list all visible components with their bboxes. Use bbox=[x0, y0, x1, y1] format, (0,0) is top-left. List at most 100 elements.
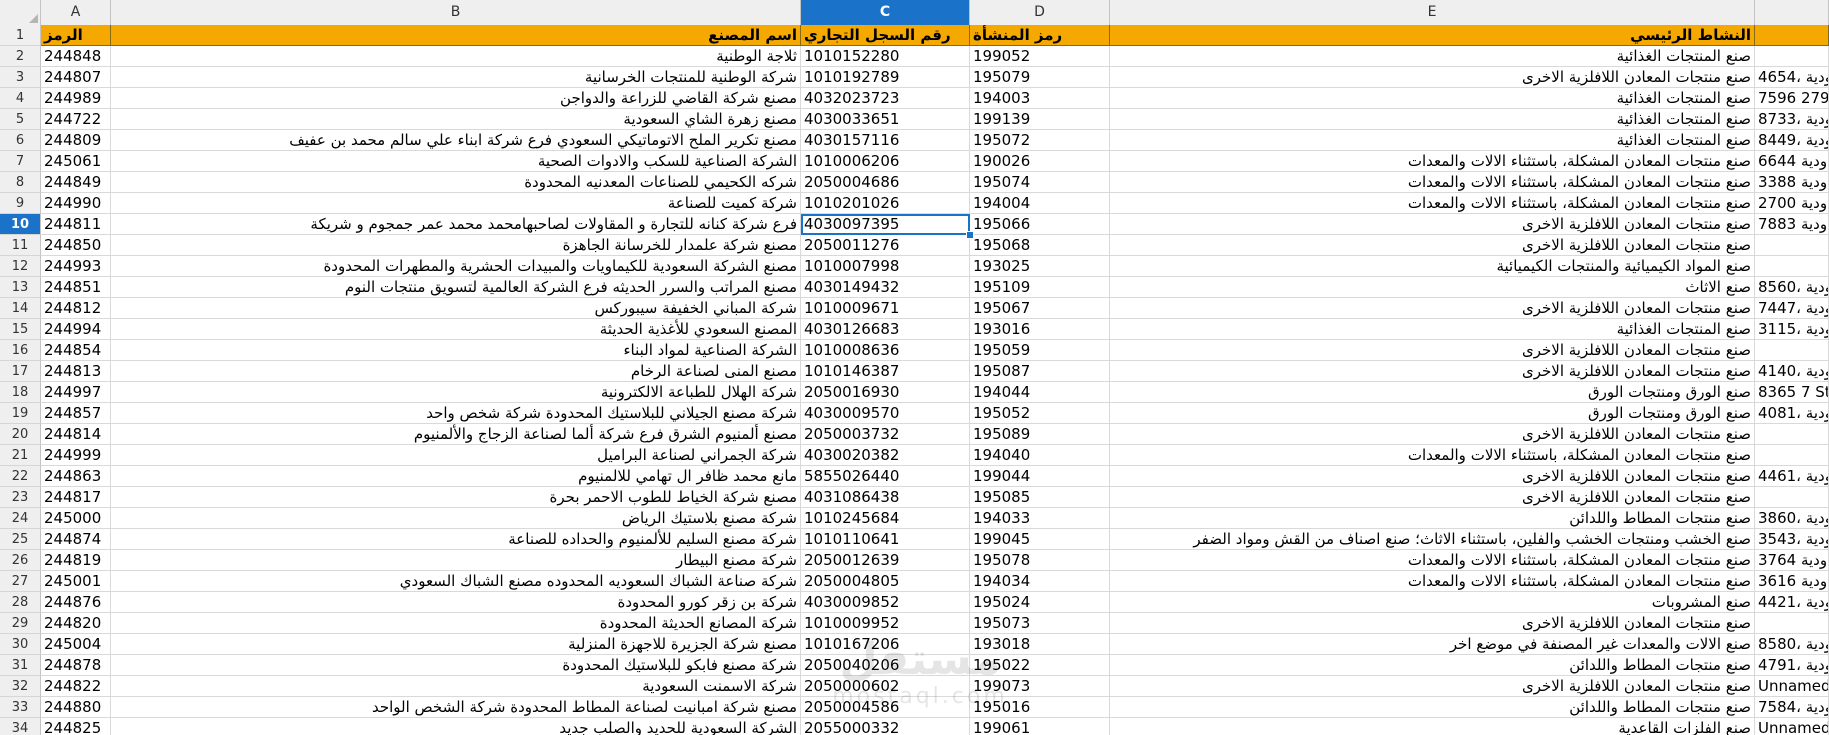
cell-est[interactable]: 195109 bbox=[970, 277, 1110, 298]
cell-est[interactable]: 195067 bbox=[970, 298, 1110, 319]
cell-cr[interactable]: 4030033651 bbox=[801, 109, 970, 130]
row-header[interactable]: 8 bbox=[0, 172, 41, 193]
cell-extra[interactable] bbox=[1755, 235, 1829, 256]
cell-code[interactable]: 244990 bbox=[41, 193, 111, 214]
cell-factory[interactable]: مصنع شركة الجزيرة للاجهزة المنزلية bbox=[111, 634, 801, 655]
cell-cr[interactable]: 2050040206 bbox=[801, 655, 970, 676]
row-header[interactable]: 2 bbox=[0, 46, 41, 67]
cell-est[interactable]: 195016 bbox=[970, 697, 1110, 718]
row-header[interactable]: 31 bbox=[0, 655, 41, 676]
cell-code[interactable]: 244848 bbox=[41, 46, 111, 67]
column-header-d[interactable]: D bbox=[970, 0, 1110, 25]
cell-factory[interactable]: مصنع ألمنيوم الشرق فرع شركة ألما لصناعة … bbox=[111, 424, 801, 445]
cell-activity[interactable]: صنع منتجات المعادن اللافلزية الاخرى bbox=[1110, 214, 1755, 235]
row-header[interactable]: 3 bbox=[0, 67, 41, 88]
cell-factory[interactable]: شركة مصنع بلاستيك الرياض bbox=[111, 508, 801, 529]
cell-code[interactable]: 244850 bbox=[41, 235, 111, 256]
cell-extra[interactable]: 3115، ودية bbox=[1755, 319, 1829, 340]
row-header[interactable]: 12 bbox=[0, 256, 41, 277]
row-header[interactable]: 25 bbox=[0, 529, 41, 550]
row-header[interactable]: 11 bbox=[0, 235, 41, 256]
cell-cr[interactable]: 2050012639 bbox=[801, 550, 970, 571]
cell-est[interactable]: 195059 bbox=[970, 340, 1110, 361]
row-header[interactable]: 32 bbox=[0, 676, 41, 697]
cell-code[interactable]: 244994 bbox=[41, 319, 111, 340]
cell-est[interactable]: 193025 bbox=[970, 256, 1110, 277]
cell-code[interactable]: 244722 bbox=[41, 109, 111, 130]
cell-extra[interactable]: 4461، ودية bbox=[1755, 466, 1829, 487]
cell-extra[interactable]: 4081، ودية bbox=[1755, 403, 1829, 424]
cell-est[interactable]: 199044 bbox=[970, 466, 1110, 487]
cell-activity[interactable]: صنع الفلزات القاعدية bbox=[1110, 718, 1755, 735]
cell-activity[interactable]: صنع المشروبات bbox=[1110, 592, 1755, 613]
cell-factory[interactable]: شركة الهلال للطباعة الالكترونية bbox=[111, 382, 801, 403]
cell-est[interactable]: 195074 bbox=[970, 172, 1110, 193]
cell-factory[interactable]: مصنع المراتب والسرر الحديثه فرع الشركة ا… bbox=[111, 277, 801, 298]
cell-code[interactable]: 244811 bbox=[41, 214, 111, 235]
row-header[interactable]: 22 bbox=[0, 466, 41, 487]
cell-extra[interactable]: 3616 ودية bbox=[1755, 571, 1829, 592]
cell-activity[interactable]: صنع منتجات المعادن المشكلة، باستثناء الا… bbox=[1110, 151, 1755, 172]
column-header-next[interactable] bbox=[1755, 0, 1829, 25]
cell-factory[interactable]: مصنع المنى لصناعة الرخام bbox=[111, 361, 801, 382]
cell-factory[interactable]: شركة مصنع الجيلاني للبلاستيك المحدودة شر… bbox=[111, 403, 801, 424]
cell-code[interactable]: 245001 bbox=[41, 571, 111, 592]
column-header-a[interactable]: A bbox=[41, 0, 111, 25]
row-header[interactable]: 6 bbox=[0, 130, 41, 151]
cell-est[interactable]: 199052 bbox=[970, 46, 1110, 67]
row-header[interactable]: 34 bbox=[0, 718, 41, 735]
cell-activity[interactable]: صنع منتجات المعادن اللافلزية الاخرى bbox=[1110, 613, 1755, 634]
header-cell-activity[interactable]: النشاط الرئيسي bbox=[1110, 25, 1755, 46]
cell-est[interactable]: 195073 bbox=[970, 613, 1110, 634]
cell-extra[interactable] bbox=[1755, 256, 1829, 277]
cell-est[interactable]: 195087 bbox=[970, 361, 1110, 382]
cell-extra[interactable]: 8449، ودية bbox=[1755, 130, 1829, 151]
cell-cr[interactable]: 1010245684 bbox=[801, 508, 970, 529]
cell-factory[interactable]: مصنع زهرة الشاي السعودية bbox=[111, 109, 801, 130]
cell-activity[interactable]: صنع منتجات المعادن المشكلة، باستثناء الا… bbox=[1110, 172, 1755, 193]
cell-factory[interactable]: شركة المباني الخفيفة سيبوركس bbox=[111, 298, 801, 319]
cell-factory[interactable]: المصنع السعودي للأغذية الحديثة bbox=[111, 319, 801, 340]
row-header[interactable]: 9 bbox=[0, 193, 41, 214]
cell-cr[interactable]: 2050004686 bbox=[801, 172, 970, 193]
cell-factory[interactable]: مصنع شركة الخياط للطوب الاحمر بحرة bbox=[111, 487, 801, 508]
row-header[interactable]: 24 bbox=[0, 508, 41, 529]
row-header[interactable]: 1 bbox=[0, 25, 41, 46]
cell-cr[interactable]: 1010192789 bbox=[801, 67, 970, 88]
cell-extra[interactable] bbox=[1755, 445, 1829, 466]
cell-code[interactable]: 244854 bbox=[41, 340, 111, 361]
cell-code[interactable]: 245000 bbox=[41, 508, 111, 529]
cell-activity[interactable]: صنع منتجات المطاط واللدائن bbox=[1110, 697, 1755, 718]
cell-activity[interactable]: صنع منتجات المعادن اللافلزية الاخرى bbox=[1110, 340, 1755, 361]
cell-extra[interactable]: 7883 ودية bbox=[1755, 214, 1829, 235]
cell-extra[interactable]: 7596 2796 bbox=[1755, 88, 1829, 109]
cell-activity[interactable]: صنع منتجات المعادن اللافلزية الاخرى bbox=[1110, 235, 1755, 256]
cell-code[interactable]: 244993 bbox=[41, 256, 111, 277]
cell-factory[interactable]: شركة بن زقر كورو المحدودة bbox=[111, 592, 801, 613]
cell-activity[interactable]: صنع منتجات المطاط واللدائن bbox=[1110, 508, 1755, 529]
cell-extra[interactable]: 2700 ودية bbox=[1755, 193, 1829, 214]
cell-cr[interactable]: 2050016930 bbox=[801, 382, 970, 403]
cell-code[interactable]: 244863 bbox=[41, 466, 111, 487]
cell-cr[interactable]: 2050003732 bbox=[801, 424, 970, 445]
cell-code[interactable]: 244812 bbox=[41, 298, 111, 319]
cell-factory[interactable]: مصنع تكرير الملح الاتوماتيكي السعودي فرع… bbox=[111, 130, 801, 151]
cell-est[interactable]: 195066 bbox=[970, 214, 1110, 235]
cell-extra[interactable]: 8365 7 St, bbox=[1755, 382, 1829, 403]
row-header[interactable]: 27 bbox=[0, 571, 41, 592]
cell-activity[interactable]: صنع المنتجات الغذائية bbox=[1110, 109, 1755, 130]
cell-extra[interactable]: 8560، ودية bbox=[1755, 277, 1829, 298]
cell-extra[interactable] bbox=[1755, 424, 1829, 445]
row-header[interactable]: 16 bbox=[0, 340, 41, 361]
cell-est[interactable]: 199139 bbox=[970, 109, 1110, 130]
cell-code[interactable]: 244819 bbox=[41, 550, 111, 571]
row-header[interactable]: 10 bbox=[0, 214, 41, 235]
cell-est[interactable]: 194034 bbox=[970, 571, 1110, 592]
cell-factory[interactable]: ثلاجة الوطنية bbox=[111, 46, 801, 67]
cell-code[interactable]: 244825 bbox=[41, 718, 111, 735]
row-header[interactable]: 30 bbox=[0, 634, 41, 655]
cell-cr[interactable]: 1010167206 bbox=[801, 634, 970, 655]
cell-cr[interactable]: 4030126683 bbox=[801, 319, 970, 340]
cell-activity[interactable]: صنع المنتجات الغذائية bbox=[1110, 130, 1755, 151]
cell-cr[interactable]: 2050000602 bbox=[801, 676, 970, 697]
